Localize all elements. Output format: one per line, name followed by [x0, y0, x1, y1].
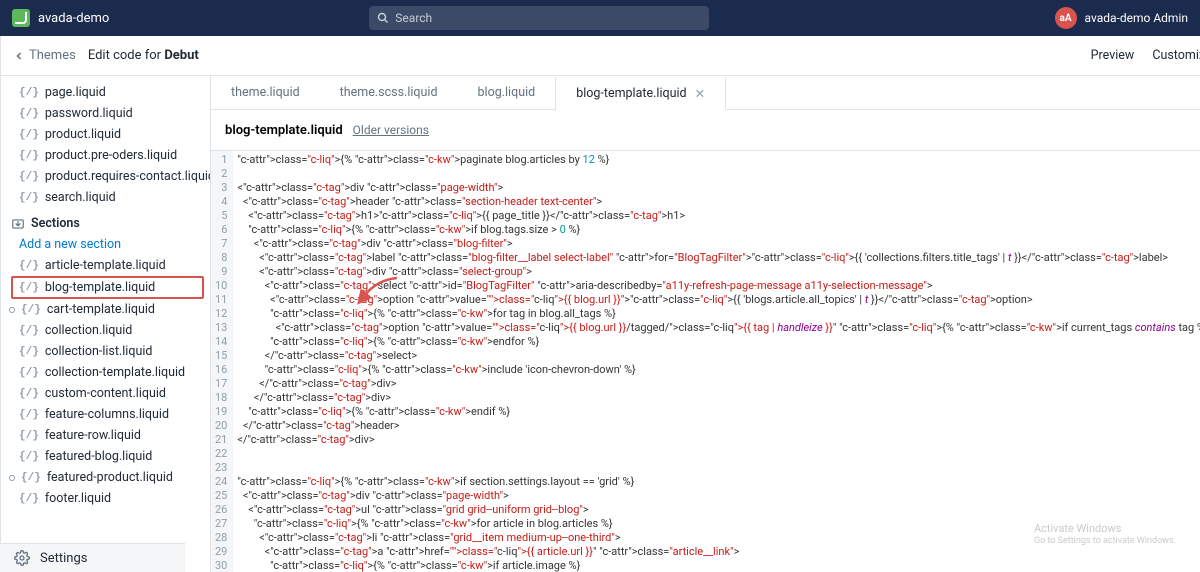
file-product-pre-oders-liquid[interactable]: {/}product.pre-oders.liquid: [1, 145, 210, 166]
liquid-file-icon: {/}: [19, 129, 39, 141]
liquid-file-icon: {/}: [19, 409, 39, 421]
sections-folder[interactable]: Sections: [1, 208, 210, 234]
file-feature-row-liquid[interactable]: {/}feature-row.liquid: [1, 425, 210, 446]
file-article-template-liquid[interactable]: {/}article-template.liquid: [1, 255, 210, 276]
file-password-liquid[interactable]: {/}password.liquid: [1, 103, 210, 124]
file-product-requires-contact-liquid[interactable]: {/}product.requires-contact.liquid: [1, 166, 210, 187]
close-tab-icon[interactable]: ✕: [695, 86, 705, 102]
modified-dot-icon: [9, 475, 15, 481]
liquid-file-icon: {/}: [19, 346, 39, 358]
file-tabs: theme.liquidtheme.scss.liquidblog.liquid…: [211, 76, 1200, 110]
file-search-liquid[interactable]: {/}search.liquid: [1, 187, 210, 208]
tab-theme-scss-liquid[interactable]: theme.scss.liquid: [320, 76, 458, 109]
file-footer-liquid[interactable]: {/}footer.liquid: [1, 488, 210, 509]
modified-dot-icon: [9, 307, 15, 313]
liquid-file-icon: {/}: [19, 367, 39, 379]
file-cart-template-liquid[interactable]: {/}cart-template.liquid: [1, 299, 210, 320]
file-product-liquid[interactable]: {/}product.liquid: [1, 124, 210, 145]
chevron-left-icon: [13, 50, 25, 62]
liquid-file-icon: {/}: [19, 171, 39, 183]
admin-name[interactable]: avada-demo Admin: [1085, 11, 1188, 25]
liquid-file-icon: {/}: [19, 260, 39, 272]
add-new-section[interactable]: Add a new section: [1, 234, 210, 255]
top-bar: avada-demo Search aA avada-demo Admin: [0, 0, 1200, 36]
liquid-file-icon: {/}: [19, 493, 39, 505]
tab-theme-liquid[interactable]: theme.liquid: [211, 76, 320, 109]
file-featured-product-liquid[interactable]: {/}featured-product.liquid: [1, 467, 210, 488]
liquid-file-icon: {/}: [19, 325, 39, 337]
customize-theme-link[interactable]: Customize theme: [1152, 48, 1200, 63]
current-file-name: blog-template.liquid: [225, 123, 343, 138]
file-custom-content-liquid[interactable]: {/}custom-content.liquid: [1, 383, 210, 404]
liquid-file-icon: {/}: [19, 430, 39, 442]
liquid-file-icon: {/}: [21, 304, 41, 316]
liquid-file-icon: {/}: [19, 108, 39, 120]
store-name: avada-demo: [38, 11, 109, 26]
file-tree[interactable]: {/}page.liquid{/}password.liquid{/}produ…: [1, 76, 211, 572]
older-versions-link[interactable]: Older versions: [353, 123, 429, 137]
tab-blog-template-liquid[interactable]: blog-template.liquid✕: [555, 77, 726, 110]
editor-header: Themes Edit code for Debut Preview Custo…: [1, 36, 1200, 76]
liquid-file-icon: {/}: [19, 192, 39, 204]
back-to-themes[interactable]: Themes: [13, 48, 76, 63]
code-area[interactable]: 1234567891011121314151617181920212223242…: [211, 151, 1200, 572]
liquid-file-icon: {/}: [19, 451, 39, 463]
file-collection-liquid[interactable]: {/}collection.liquid: [1, 320, 210, 341]
folder-download-icon: [11, 217, 25, 231]
edit-code-label: Edit code for Debut: [88, 48, 199, 63]
file-page-liquid[interactable]: {/}page.liquid: [1, 82, 210, 103]
liquid-file-icon: {/}: [21, 472, 41, 484]
file-collection-list-liquid[interactable]: {/}collection-list.liquid: [1, 341, 210, 362]
store-switcher[interactable]: avada-demo: [12, 9, 109, 27]
file-feature-columns-liquid[interactable]: {/}feature-columns.liquid: [1, 404, 210, 425]
code-editor: Themes Edit code for Debut Preview Custo…: [1, 36, 1200, 572]
search-input[interactable]: Search: [369, 6, 709, 30]
avatar[interactable]: aA: [1055, 7, 1077, 29]
file-blog-template-liquid[interactable]: {/}blog-template.liquid: [11, 276, 204, 299]
liquid-file-icon: {/}: [19, 282, 39, 294]
file-featured-blog-liquid[interactable]: {/}featured-blog.liquid: [1, 446, 210, 467]
liquid-file-icon: {/}: [19, 150, 39, 162]
search-icon: [377, 12, 389, 24]
tab-blog-liquid[interactable]: blog.liquid: [458, 76, 556, 109]
liquid-file-icon: {/}: [19, 388, 39, 400]
liquid-file-icon: {/}: [19, 87, 39, 99]
file-collection-template-liquid[interactable]: {/}collection-template.liquid: [1, 362, 210, 383]
file-bar: blog-template.liquid Older versions Dele…: [211, 110, 1200, 151]
preview-link[interactable]: Preview: [1091, 48, 1135, 63]
shopify-logo-icon: [12, 9, 30, 27]
